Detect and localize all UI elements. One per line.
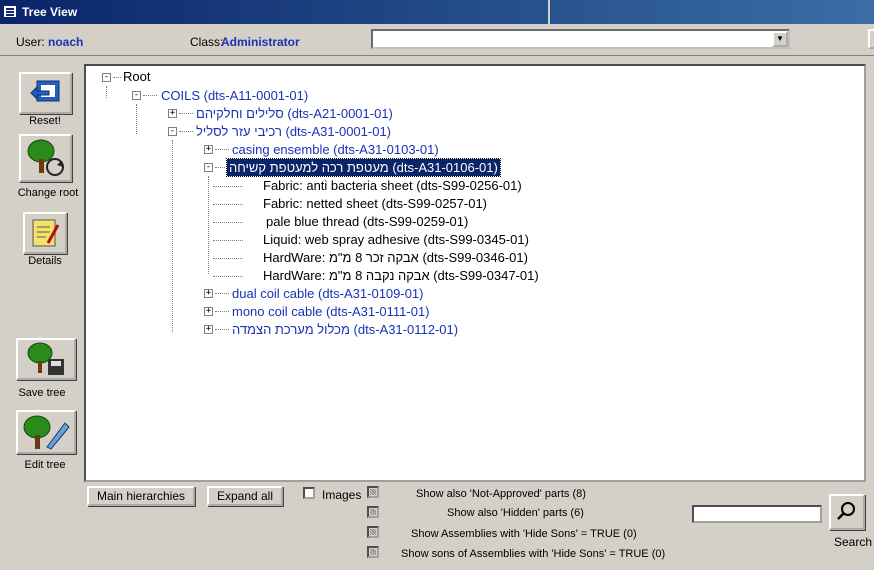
tree-connector: [136, 104, 137, 134]
tree-save-icon: [27, 342, 64, 375]
class-value: Administrator: [221, 35, 300, 49]
tree-connector: [215, 293, 229, 294]
tree-connector: [213, 186, 243, 187]
search-label: Search: [834, 535, 873, 549]
tree-connector: [215, 311, 229, 312]
expand-all-button[interactable]: Expand all: [207, 486, 283, 506]
tree-node[interactable]: casing ensemble (dts-A31-0103-01): [232, 141, 439, 158]
images-checkbox[interactable]: [303, 487, 315, 499]
tree-node[interactable]: dual coil cable (dts-A31-0109-01): [232, 285, 424, 302]
tree-node[interactable]: מכלול מערכת הצמדה (dts-A31-0112-01): [232, 321, 458, 338]
title-separator: [548, 0, 550, 24]
search-icon: [837, 502, 855, 520]
tree-connector: [179, 113, 193, 114]
tree-leaf[interactable]: pale blue thread (dts-S99-0259-01): [266, 213, 468, 230]
hide-sons-assemblies-label: Show Assemblies with 'Hide Sons' = TRUE …: [411, 528, 637, 540]
collapse-icon[interactable]: -: [168, 127, 177, 136]
not-approved-label: Show also 'Not-Approved' parts (8): [416, 488, 586, 500]
expand-icon[interactable]: +: [204, 289, 213, 298]
save-tree-label: Save tree: [18, 387, 66, 399]
tree-leaf[interactable]: HardWare: אבקה נקבה 8 מ"מ (dts-S99-0347-…: [263, 267, 539, 284]
tree-change-icon: [27, 139, 64, 176]
tree-connector: [213, 240, 243, 241]
save-tree-button[interactable]: [16, 338, 76, 380]
collapse-icon[interactable]: -: [204, 163, 213, 172]
class-select[interactable]: ▼: [371, 29, 790, 49]
hidden-parts-label: Show also 'Hidden' parts (6): [447, 507, 584, 519]
user-value: noach: [48, 35, 84, 49]
tree-leaf[interactable]: Fabric: netted sheet (dts-S99-0257-01): [263, 195, 487, 212]
tree-connector: [143, 95, 157, 96]
reset-button[interactable]: [19, 72, 72, 114]
window-icon: [3, 5, 17, 18]
hide-sons-assemblies-checkbox[interactable]: [367, 526, 379, 538]
reset-label: Reset!: [29, 115, 61, 127]
tree-leaf[interactable]: Fabric: anti bacteria sheet (dts-S99-025…: [263, 177, 522, 194]
tree-view[interactable]: - Root - COILS (dts-A11-0001-01) + סלילי…: [84, 64, 866, 482]
images-label: Images: [322, 488, 362, 502]
tree-connector: [179, 131, 193, 132]
change-root-button[interactable]: [19, 134, 72, 182]
class-label: Class:: [190, 35, 224, 49]
expand-icon[interactable]: +: [204, 145, 213, 154]
collapse-icon[interactable]: -: [132, 91, 141, 100]
expand-icon[interactable]: +: [204, 325, 213, 334]
tree-connector: [213, 204, 243, 205]
collapse-icon[interactable]: -: [102, 73, 111, 82]
search-input[interactable]: [692, 505, 822, 523]
tree-node-selected[interactable]: מעטפת רכה למעטפת קשיחה (dts-A31-0106-01): [226, 158, 501, 177]
tree-node[interactable]: mono coil cable (dts-A31-0111-01): [232, 303, 430, 320]
window-title: Tree View: [22, 5, 78, 19]
edit-tree-button[interactable]: [16, 410, 76, 454]
sons-of-hide-sons-checkbox[interactable]: [367, 546, 379, 558]
tree-node[interactable]: סלילים וחלקיהם (dts-A21-0001-01): [196, 105, 393, 122]
details-form-icon: [32, 219, 60, 247]
expand-icon[interactable]: +: [168, 109, 177, 118]
tree-connector: [113, 77, 121, 78]
tree-connector: [213, 222, 243, 223]
tree-connector: [172, 140, 173, 332]
hidden-parts-checkbox[interactable]: [367, 506, 379, 518]
change-root-label: Change root: [17, 187, 79, 199]
reset-arrow-icon: [29, 80, 59, 102]
tree-connector: [215, 167, 225, 168]
main-hierarchies-button[interactable]: Main hierarchies: [87, 486, 195, 506]
tree-connector: [106, 86, 107, 98]
user-label: User:: [16, 35, 45, 49]
tree-node-coils[interactable]: COILS (dts-A11-0001-01): [161, 87, 308, 104]
tree-node-root[interactable]: Root: [123, 68, 150, 85]
details-button[interactable]: [23, 212, 67, 254]
right-button-stub[interactable]: [868, 29, 874, 49]
tree-connector: [213, 258, 243, 259]
title-bar: Tree View: [0, 0, 874, 24]
edit-tree-label: Edit tree: [24, 459, 66, 471]
tree-connector: [208, 176, 209, 274]
tree-connector: [215, 329, 229, 330]
not-approved-checkbox[interactable]: [367, 486, 379, 498]
tree-leaf[interactable]: Liquid: web spray adhesive (dts-S99-0345…: [263, 231, 529, 248]
search-button[interactable]: [829, 494, 865, 530]
expand-icon[interactable]: +: [204, 307, 213, 316]
tree-connector: [213, 276, 243, 277]
sons-of-hide-sons-label: Show sons of Assemblies with 'Hide Sons'…: [401, 548, 666, 560]
chevron-down-icon[interactable]: ▼: [772, 31, 788, 47]
tree-node[interactable]: רכיבי עזר לסליל (dts-A31-0001-01): [196, 123, 391, 140]
tree-edit-icon: [23, 415, 70, 450]
tree-leaf[interactable]: HardWare: אבקה זכר 8 מ"מ (dts-S99-0346-0…: [263, 249, 528, 266]
tree-connector: [215, 149, 229, 150]
details-label: Details: [28, 255, 62, 267]
